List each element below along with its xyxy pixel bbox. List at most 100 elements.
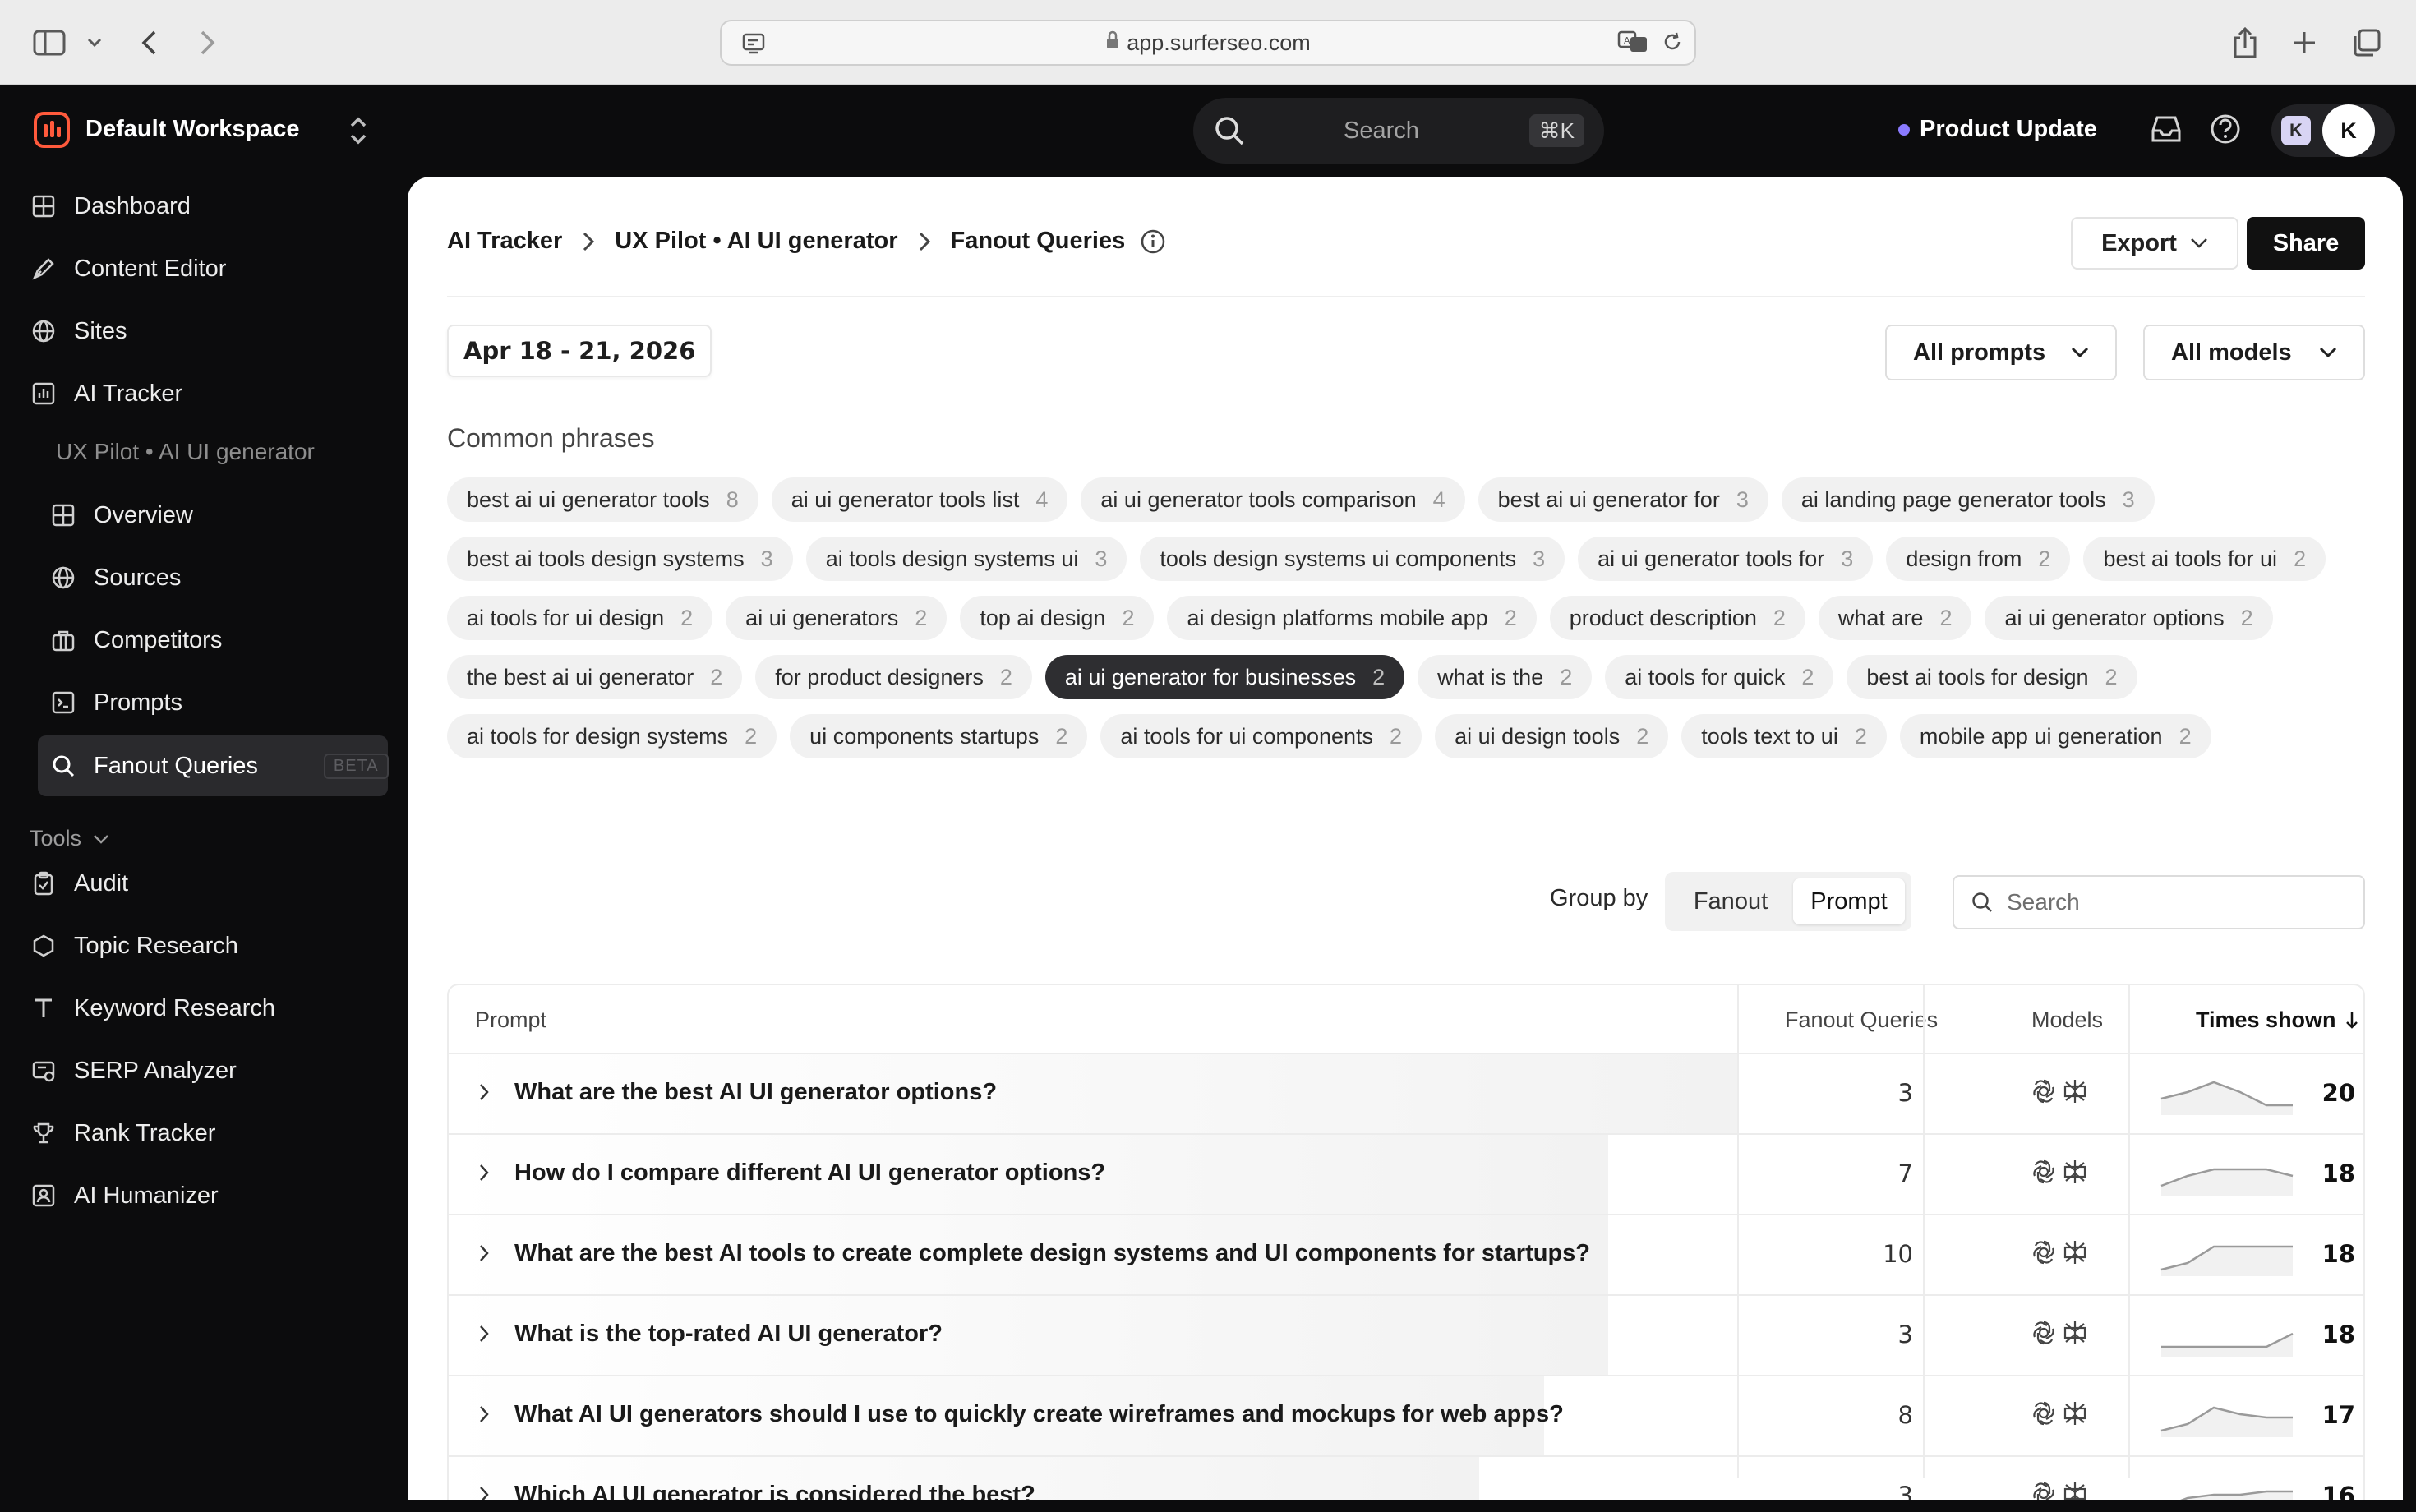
sidebar-item-ai-humanizer[interactable]: AI Humanizer xyxy=(30,1171,219,1220)
share-browser-icon[interactable] xyxy=(2232,25,2258,61)
phrase-chip[interactable]: best ai tools for ui 2 xyxy=(2083,537,2326,581)
info-icon[interactable] xyxy=(1140,228,1166,255)
sidebar-item-rank-tracker[interactable]: Rank Tracker xyxy=(30,1109,215,1158)
phrase-chip[interactable]: ai tools for ui design 2 xyxy=(447,596,713,640)
phrase-chip[interactable]: best ai ui generator tools 8 xyxy=(447,477,758,522)
phrase-chip[interactable]: ai tools for design systems 2 xyxy=(447,714,777,758)
column-times-shown[interactable]: Times shown xyxy=(2196,985,2359,1054)
phrase-chip[interactable]: the best ai ui generator 2 xyxy=(447,655,743,699)
sort-down-icon xyxy=(2345,1010,2359,1030)
fanout-count: 3 xyxy=(1897,1079,1913,1107)
account-switcher[interactable]: K K xyxy=(2271,104,2395,157)
group-option-prompt[interactable]: Prompt xyxy=(1793,878,1905,924)
sidebar-item-audit[interactable]: Audit xyxy=(30,859,128,908)
phrase-chip[interactable]: for product designers 2 xyxy=(755,655,1032,699)
export-button[interactable]: Export xyxy=(2071,217,2238,270)
phrase-chip[interactable]: ui components startups 2 xyxy=(790,714,1088,758)
address-bar[interactable]: app.surferseo.com A xyxy=(720,20,1696,66)
phrase-chip[interactable]: ai tools design systems ui 3 xyxy=(805,537,1127,581)
share-button[interactable]: Share xyxy=(2247,217,2365,270)
reload-icon[interactable] xyxy=(1662,30,1683,59)
user-avatar[interactable]: K xyxy=(2322,104,2375,157)
phrase-chip[interactable]: tools text to ui 2 xyxy=(1681,714,1887,758)
group-option-fanout[interactable]: Fanout xyxy=(1673,878,1788,924)
phrase-chip[interactable]: ai tools for quick 2 xyxy=(1605,655,1834,699)
phrase-chip[interactable]: mobile app ui generation 2 xyxy=(1899,714,2211,758)
perplexity-icon xyxy=(2061,1238,2089,1270)
sidebar-item-serp-analyzer[interactable]: SERP Analyzer xyxy=(30,1046,237,1095)
phrase-chip[interactable]: ai ui generator tools list 4 xyxy=(771,477,1068,522)
phrase-chip-text: what are xyxy=(1837,605,1924,630)
fanout-count: 10 xyxy=(1883,1240,1913,1268)
phrase-chip[interactable]: top ai design 2 xyxy=(960,596,1155,640)
prompts-filter[interactable]: All prompts xyxy=(1885,325,2117,380)
tabs-overview-icon[interactable] xyxy=(2352,25,2381,61)
chevron-right-icon[interactable] xyxy=(478,1404,490,1424)
surfer-logo-icon xyxy=(33,111,71,153)
table-row[interactable]: What are the best AI UI generator option… xyxy=(449,1054,2363,1135)
table-row[interactable]: What AI UI generators should I use to qu… xyxy=(449,1376,2363,1457)
table-row[interactable]: What is the top-rated AI UI generator? 3 1… xyxy=(449,1296,2363,1376)
sidebar-item-sources[interactable]: Sources xyxy=(49,553,181,602)
table-search-input[interactable] xyxy=(2007,889,2352,915)
phrase-chip[interactable]: product description 2 xyxy=(1549,596,1805,640)
sidebar-item-overview[interactable]: Overview xyxy=(49,491,193,540)
models-filter[interactable]: All models xyxy=(2143,325,2365,380)
phrase-chip-count: 3 xyxy=(760,546,773,571)
phrase-chip[interactable]: ai ui generator tools for 3 xyxy=(1578,537,1874,581)
column-fanout-queries[interactable]: Fanout Queries xyxy=(1785,985,1938,1054)
phrase-chip[interactable]: ai landing page generator tools 3 xyxy=(1781,477,2155,522)
translate-icon[interactable]: A xyxy=(1617,30,1650,60)
sidebar-toggle-icon[interactable] xyxy=(33,25,66,61)
phrase-chip[interactable]: ai ui generator options 2 xyxy=(1985,596,2273,640)
column-models[interactable]: Models xyxy=(2031,985,2103,1054)
global-search[interactable]: Search ⌘K xyxy=(1193,98,1604,164)
sidebar-item-dashboard[interactable]: Dashboard xyxy=(30,182,191,231)
chevron-right-icon[interactable] xyxy=(478,1485,490,1500)
chevron-right-icon[interactable] xyxy=(478,1243,490,1263)
breadcrumb-project[interactable]: UX Pilot • AI UI generator xyxy=(615,228,897,255)
lock-icon xyxy=(1105,30,1120,56)
phrase-chip[interactable]: ai design platforms mobile app 2 xyxy=(1167,596,1537,640)
sidebar-item-content-editor[interactable]: Content Editor xyxy=(30,244,226,293)
phrase-chip[interactable]: ai tools for ui components 2 xyxy=(1100,714,1422,758)
phrase-chip[interactable]: what are 2 xyxy=(1818,596,1972,640)
phrase-chip[interactable]: tools design systems ui components 3 xyxy=(1140,537,1565,581)
chevron-down-icon[interactable] xyxy=(87,25,102,61)
forward-icon[interactable] xyxy=(199,25,217,61)
back-icon[interactable] xyxy=(140,25,158,61)
phrase-chip[interactable]: ai ui design tools 2 xyxy=(1435,714,1669,758)
phrase-chip[interactable]: best ai tools design systems 3 xyxy=(447,537,793,581)
workspace-name[interactable]: Default Workspace xyxy=(85,116,300,143)
chevron-right-icon[interactable] xyxy=(478,1082,490,1102)
phrase-chip[interactable]: what is the 2 xyxy=(1418,655,1593,699)
phrase-chip[interactable]: best ai tools for design 2 xyxy=(1847,655,2137,699)
phrase-chip[interactable]: ai ui generator tools comparison 4 xyxy=(1081,477,1465,522)
column-prompt[interactable]: Prompt xyxy=(475,985,546,1054)
sidebar-project-name[interactable]: UX Pilot • AI UI generator xyxy=(56,439,315,465)
phrase-chip[interactable]: best ai ui generator for 3 xyxy=(1478,477,1768,522)
help-icon[interactable] xyxy=(2209,113,2242,150)
new-tab-icon[interactable] xyxy=(2291,25,2317,61)
chevron-right-icon[interactable] xyxy=(478,1324,490,1344)
sidebar-item-ai-tracker[interactable]: AI Tracker xyxy=(30,369,182,418)
date-range-picker[interactable]: Apr 18 - 21, 2026 xyxy=(447,325,712,377)
inbox-icon[interactable] xyxy=(2150,113,2183,150)
sidebar-item-prompts[interactable]: Prompts xyxy=(49,678,182,727)
table-row[interactable]: What are the best AI tools to create com… xyxy=(449,1215,2363,1296)
sidebar-item-competitors[interactable]: Competitors xyxy=(49,615,222,665)
table-row[interactable]: How do I compare different AI UI generat… xyxy=(449,1135,2363,1215)
product-update-link[interactable]: Product Update xyxy=(1898,116,2097,143)
chevron-right-icon[interactable] xyxy=(478,1163,490,1182)
phrase-chip[interactable]: design from 2 xyxy=(1886,537,2071,581)
phrase-chip[interactable]: ai ui generator for businesses 2 xyxy=(1044,655,1405,699)
sidebar-item-keyword-research[interactable]: Keyword Research xyxy=(30,984,275,1033)
workspace-switch-icon[interactable] xyxy=(343,114,373,151)
phrase-chip[interactable]: ai ui generators 2 xyxy=(726,596,947,640)
sidebar-item-topic-research[interactable]: Topic Research xyxy=(30,921,238,970)
tools-section-toggle[interactable]: Tools xyxy=(30,826,109,851)
sidebar-item-sites[interactable]: Sites xyxy=(30,307,127,356)
breadcrumb-ai-tracker[interactable]: AI Tracker xyxy=(447,228,562,255)
sidebar-item-fanout-queries[interactable]: Fanout Queries BETA xyxy=(49,741,389,791)
table-row[interactable]: Which AI UI generator is considered the … xyxy=(449,1457,2363,1500)
